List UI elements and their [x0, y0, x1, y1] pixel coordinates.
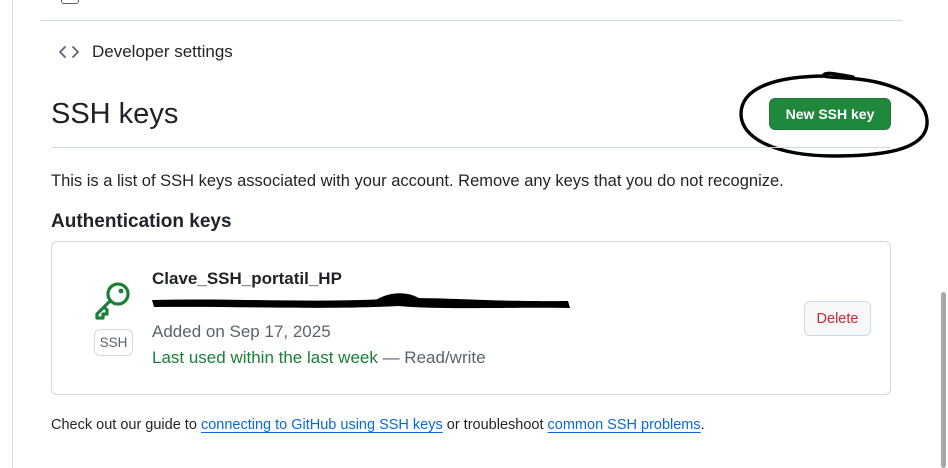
footer-middle: or troubleshoot [442, 417, 548, 433]
ssh-key-added-date: Added on Sep 17, 2025 [152, 322, 331, 341]
access-level: — Read/write [377, 348, 486, 367]
sidebar-item-developer-settings[interactable]: Developer settings [58, 40, 233, 64]
title-divider [51, 147, 891, 148]
footer-suffix: . [700, 417, 705, 433]
nav-divider [40, 20, 902, 21]
help-footer: Check out our guide to connecting to Git… [51, 417, 705, 433]
new-ssh-key-button[interactable]: New SSH key [769, 98, 891, 130]
troubleshoot-link[interactable]: common SSH problems [548, 417, 701, 433]
sidebar-divider [12, 0, 13, 468]
settings-page: Developer settings SSH keys New SSH key … [0, 0, 948, 468]
ssh-key-title: Clave_SSH_portatil_HP [152, 269, 342, 288]
cropped-nav-icon [61, 0, 79, 4]
sidebar-item-label: Developer settings [92, 42, 233, 61]
footer-prefix: Check out our guide to [51, 417, 201, 433]
delete-key-button[interactable]: Delete [804, 301, 871, 336]
ssh-badge: SSH [94, 329, 133, 356]
code-icon [58, 44, 80, 60]
page-description: This is a list of SSH keys associated wi… [51, 172, 784, 190]
ssh-key-last-used: Last used within the last week — Read/wr… [152, 348, 486, 368]
key-icon [93, 280, 133, 325]
scrollbar-thumb[interactable] [941, 292, 946, 468]
ssh-key-list-item: SSH Clave_SSH_portatil_HP Added on Sep 1… [51, 241, 891, 395]
last-used-text: Last used within the last week [152, 348, 378, 367]
guide-link[interactable]: connecting to GitHub using SSH keys [201, 417, 443, 433]
section-heading-authentication-keys: Authentication keys [51, 211, 232, 232]
page-title: SSH keys [51, 98, 179, 130]
redacted-fingerprint [152, 293, 570, 309]
